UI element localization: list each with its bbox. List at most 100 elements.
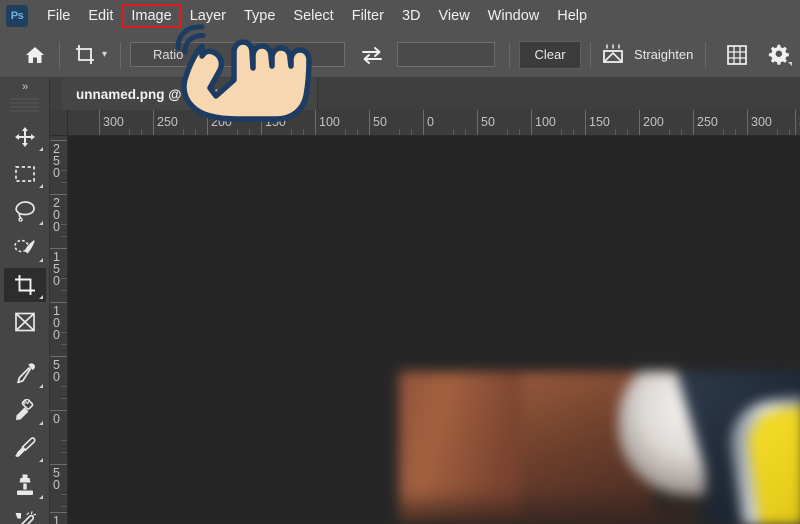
vertical-ruler[interactable]: 250 200 150 100 50 0 50 100 — [50, 136, 68, 524]
sidebar-item-quick-selection-tool[interactable] — [4, 231, 46, 265]
menu-item-select[interactable]: Select — [284, 4, 342, 28]
ruler-h-label: 300 — [751, 115, 772, 129]
tool-more-indicator-icon — [38, 147, 43, 151]
tool-more-indicator-icon — [38, 221, 43, 225]
sidebar-item-healing-brush-tool[interactable] — [4, 394, 46, 428]
brush-tool-icon — [13, 436, 37, 460]
ruler-v-label: 250 — [53, 142, 60, 180]
clear-button[interactable]: Clear — [519, 40, 582, 69]
ruler-h-label: 150 — [265, 115, 286, 129]
menu-item-help[interactable]: Help — [548, 4, 596, 28]
document-tab-bar: unnamed.png @ 100% — [50, 78, 800, 110]
canvas-area[interactable] — [68, 136, 800, 524]
options-separator-5 — [705, 41, 707, 68]
ruler-v-label: 50 — [53, 466, 60, 492]
sidebar-item-history-brush-tool[interactable] — [4, 505, 46, 524]
menu-item-view[interactable]: View — [430, 4, 479, 28]
active-tool-preset-picker[interactable]: ▾ — [69, 40, 111, 70]
home-button[interactable] — [20, 40, 50, 70]
double-chevron-right-icon[interactable]: » — [0, 78, 49, 96]
eyedropper-tool-icon — [13, 362, 37, 386]
healing-brush-tool-icon — [13, 399, 37, 423]
photoshop-logo-icon: Ps — [6, 5, 28, 27]
tool-options-bar: ▾ Ratio Clear Straighten — [0, 32, 800, 78]
ruler-h-label: 250 — [157, 115, 178, 129]
crop-ratio-dropdown[interactable]: Ratio — [130, 42, 346, 67]
chevron-down-icon: ▾ — [102, 49, 108, 60]
history-brush-tool-icon — [13, 510, 37, 524]
menu-item-filter[interactable]: Filter — [343, 4, 393, 28]
tool-more-indicator-icon — [38, 421, 43, 425]
marquee-tool-icon — [14, 164, 36, 184]
straighten-label: Straighten — [634, 47, 694, 62]
menu-item-file[interactable]: File — [38, 4, 79, 28]
document-tab[interactable]: unnamed.png @ 100% — [62, 78, 318, 110]
menu-item-edit[interactable]: Edit — [79, 4, 122, 28]
crop-tool-icon — [13, 273, 37, 297]
ruler-h-label: 250 — [697, 115, 718, 129]
move-tool-icon — [14, 126, 36, 148]
ruler-h-label: 100 — [319, 115, 340, 129]
ruler-v-label: 50 — [53, 358, 60, 384]
tools-panel: » — [0, 78, 50, 524]
ruler-h-label: 200 — [643, 115, 664, 129]
tool-more-indicator-icon — [38, 384, 43, 388]
straighten-icon — [600, 43, 626, 66]
tool-list — [0, 116, 49, 524]
menu-item-type[interactable]: Type — [235, 4, 284, 28]
menu-item-3d[interactable]: 3D — [393, 4, 430, 28]
photo-region-shadow — [399, 488, 695, 524]
ruler-v-label: 200 — [53, 196, 60, 234]
menu-bar: Ps File Edit Image Layer Type Select Fil… — [0, 0, 800, 32]
options-separator-4 — [590, 41, 592, 68]
grid-overlay-icon — [725, 43, 749, 67]
ruler-v-label: 100 — [53, 514, 60, 524]
sidebar-item-marquee-tool[interactable] — [4, 157, 46, 191]
sidebar-item-frame-tool[interactable] — [4, 305, 46, 339]
ruler-h-label: 0 — [427, 115, 434, 129]
ruler-origin-corner[interactable] — [50, 110, 68, 136]
ruler-h-label: 200 — [211, 115, 232, 129]
tool-more-indicator-icon — [38, 258, 43, 262]
photoshop-window: Ps File Edit Image Layer Type Select Fil… — [0, 0, 800, 524]
crop-settings-button[interactable] — [765, 41, 793, 69]
sidebar-item-clone-stamp-tool[interactable] — [4, 468, 46, 502]
tool-more-indicator-icon — [38, 495, 43, 499]
ruler-h-label: 100 — [535, 115, 556, 129]
gear-dropdown-arrow-icon — [788, 61, 793, 66]
menu-item-window[interactable]: Window — [479, 4, 549, 28]
home-icon — [24, 45, 46, 65]
ruler-h-label: 150 — [589, 115, 610, 129]
ruler-h-label: 50 — [373, 115, 387, 129]
tool-more-indicator-icon — [38, 458, 43, 462]
quick-selection-tool-icon — [13, 237, 37, 259]
ruler-v-label: 0 — [53, 412, 60, 426]
sidebar-item-eyedropper-tool[interactable] — [4, 357, 46, 391]
menu-item-layer[interactable]: Layer — [181, 4, 235, 28]
crop-overlay-options-button[interactable] — [723, 41, 751, 69]
sidebar-item-move-tool[interactable] — [4, 120, 46, 154]
sidebar-item-brush-tool[interactable] — [4, 431, 46, 465]
straighten-button[interactable]: Straighten — [600, 43, 694, 66]
sidebar-item-lasso-tool[interactable] — [4, 194, 46, 228]
ruler-h-label: 50 — [481, 115, 495, 129]
options-separator-2 — [120, 41, 122, 68]
document-tab-title: unnamed.png @ 100% — [76, 86, 220, 102]
panel-grip-handle[interactable] — [10, 98, 39, 112]
blurred-photo-image[interactable] — [399, 371, 800, 524]
lasso-tool-icon — [14, 200, 36, 222]
frame-tool-icon — [13, 311, 37, 333]
menu-item-image[interactable]: Image — [122, 4, 181, 28]
sidebar-item-crop-tool[interactable] — [3, 268, 46, 302]
crop-ratio-value: Ratio — [153, 47, 184, 62]
horizontal-ruler[interactable]: 300 250 200 150 100 50 0 50 100 150 200 … — [68, 110, 800, 136]
swap-dimensions-button[interactable] — [359, 42, 385, 68]
swap-arrows-icon — [361, 45, 383, 65]
crop-height-field[interactable] — [397, 42, 496, 67]
ruler-v-label: 150 — [53, 250, 60, 288]
ruler-h-label: 300 — [103, 115, 124, 129]
tool-more-indicator-icon — [38, 295, 43, 299]
clone-stamp-tool-icon — [13, 473, 37, 497]
crop-tool-icon — [73, 43, 97, 67]
tool-more-indicator-icon — [38, 184, 43, 188]
